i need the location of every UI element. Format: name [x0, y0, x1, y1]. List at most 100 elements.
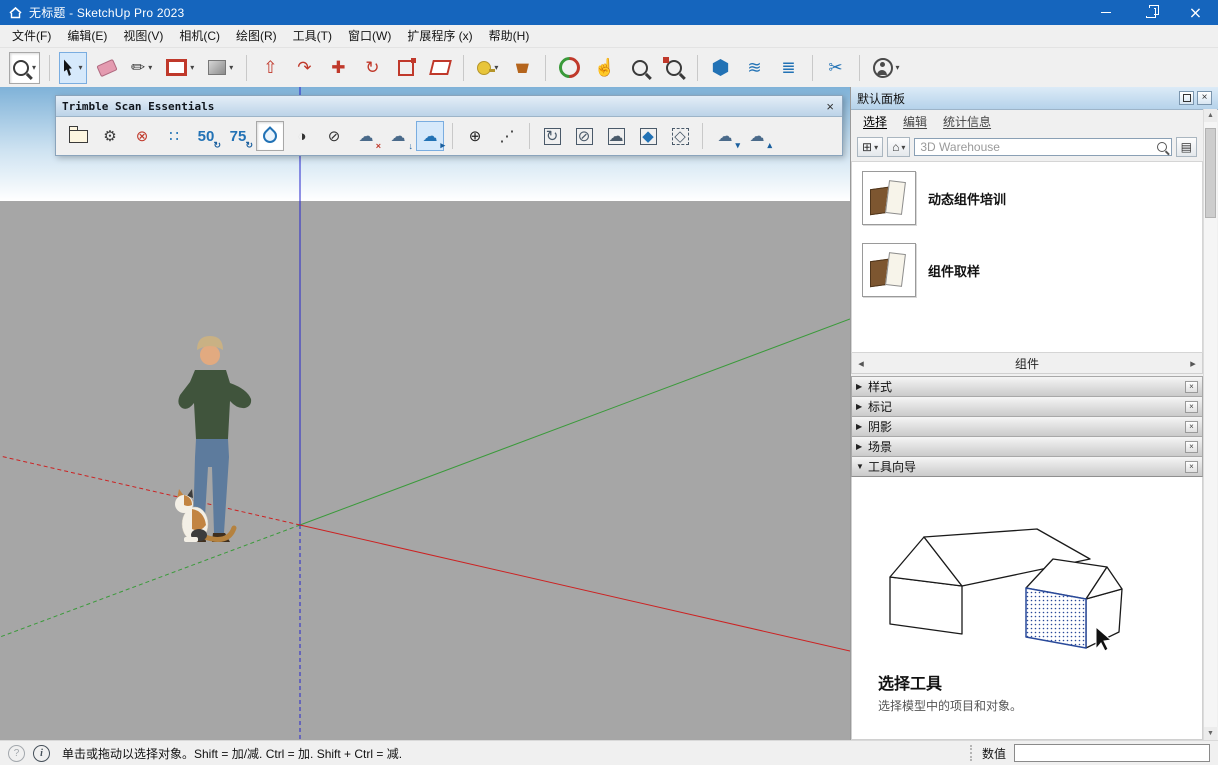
- minimize-button[interactable]: [1083, 0, 1128, 25]
- pick-point-cloud-button[interactable]: ☁ ▸: [416, 121, 445, 151]
- intensity-display-button[interactable]: ⊘: [320, 121, 348, 151]
- account-button[interactable]: ▾: [869, 52, 904, 84]
- density-75-button[interactable]: 75 ↻: [224, 121, 253, 151]
- menu-item-help[interactable]: 帮助(H): [481, 26, 538, 47]
- rotate-tool[interactable]: ↻: [358, 52, 386, 84]
- orbit-tool[interactable]: [554, 52, 585, 84]
- section-close-button[interactable]: ×: [1185, 440, 1198, 453]
- scan-toolbar-titlebar[interactable]: Trimble Scan Essentials ×: [56, 96, 842, 117]
- section-header-instructor[interactable]: ▼ 工具向导 ×: [851, 456, 1203, 477]
- scale-tool[interactable]: [392, 52, 420, 84]
- tab-stats[interactable]: 统计信息: [943, 113, 991, 130]
- menu-item-edit[interactable]: 编辑(E): [59, 26, 115, 47]
- zoom-extents-tool[interactable]: [660, 52, 688, 84]
- cloud-sync-upload-button[interactable]: ☁ ▴: [743, 121, 773, 151]
- component-item[interactable]: 组件取样: [852, 234, 1202, 306]
- point-cloud-display-button[interactable]: ∷: [160, 121, 188, 151]
- tab-select[interactable]: 选择: [863, 113, 887, 130]
- open-scan-button[interactable]: [64, 121, 92, 151]
- menu-item-tools[interactable]: 工具(T): [285, 26, 340, 47]
- component-thumbnail[interactable]: [862, 243, 916, 297]
- section-close-button[interactable]: ×: [1185, 400, 1198, 413]
- scan-essentials-button[interactable]: ✂: [822, 52, 850, 84]
- account-button-dropdown[interactable]: ▾: [896, 63, 900, 72]
- menu-item-file[interactable]: 文件(F): [4, 26, 59, 47]
- component-back-button[interactable]: ◂: [852, 357, 870, 370]
- warehouse-search-input[interactable]: [914, 138, 1172, 156]
- followme-tool[interactable]: ↷: [290, 52, 318, 84]
- section-expand-arrow[interactable]: ▶: [856, 382, 868, 391]
- scrollbar-up-arrow[interactable]: ▲: [1204, 109, 1217, 122]
- density-50-button[interactable]: 50 ↻: [192, 121, 221, 151]
- collections-dropdown[interactable]: ▾: [901, 143, 905, 152]
- component-thumbnail[interactable]: [862, 171, 916, 225]
- section-header-scenes[interactable]: ▶ 场景 ×: [851, 436, 1203, 457]
- cloud-region-button[interactable]: ☁: [602, 121, 630, 151]
- section-expand-arrow[interactable]: ▶: [856, 402, 868, 411]
- filter-region-button[interactable]: ⊘: [570, 121, 598, 151]
- view-options-button[interactable]: ⊞ ▾: [857, 137, 884, 157]
- scan-toolbar-close-button[interactable]: ×: [824, 100, 836, 113]
- line-tool[interactable]: ✏ ▾: [127, 52, 156, 84]
- hide-cloud-button[interactable]: ☁ ×: [352, 121, 382, 152]
- menu-item-extensions[interactable]: 扩展程序 (x): [399, 26, 480, 47]
- measurements-input[interactable]: [1014, 744, 1210, 762]
- move-tool[interactable]: ✚: [324, 52, 352, 84]
- paint-bucket-tool[interactable]: [508, 52, 536, 84]
- section-header-styles[interactable]: ▶ 样式 ×: [851, 376, 1203, 397]
- material-swatch-tool[interactable]: ▾: [204, 52, 237, 84]
- title-bar[interactable]: 无标题 - SketchUp Pro 2023 ×: [0, 0, 1218, 25]
- section-header-tags[interactable]: ▶ 标记 ×: [851, 396, 1203, 417]
- close-scan-button[interactable]: ⊗: [128, 121, 156, 151]
- download-cloud-button[interactable]: ☁ ↓: [384, 121, 414, 152]
- close-button[interactable]: ×: [1173, 0, 1218, 25]
- 3d-warehouse-button[interactable]: [707, 52, 735, 84]
- scrollbar-track[interactable]: [1204, 122, 1217, 727]
- scan-settings-button[interactable]: ⚙: [96, 121, 124, 151]
- view-options-dropdown[interactable]: ▾: [874, 143, 878, 152]
- line-tool-dropdown[interactable]: ▾: [148, 63, 152, 72]
- details-pane-button[interactable]: ▤: [1175, 137, 1197, 157]
- section-header-shadows[interactable]: ▶ 阴影 ×: [851, 416, 1203, 437]
- tab-edit[interactable]: 编辑: [903, 113, 927, 130]
- component-forward-button[interactable]: ▸: [1184, 357, 1202, 370]
- tape-measure-tool[interactable]: ▾: [473, 52, 502, 84]
- restore-button[interactable]: [1128, 0, 1173, 25]
- pushpull-tool[interactable]: ⇧: [256, 52, 284, 84]
- select-tool-dropdown[interactable]: ▾: [79, 63, 83, 72]
- viewport[interactable]: Trimble Scan Essentials × ⚙ ⊗ ∷ 50 ↻ 75 ↻ ◑ ⊘ ☁ × ☁…: [0, 87, 850, 740]
- zoom-tools-combo-dropdown[interactable]: ▾: [32, 63, 36, 72]
- section-expand-arrow[interactable]: ▶: [856, 442, 868, 451]
- section-close-button[interactable]: ×: [1185, 380, 1198, 393]
- scrollbar-thumb[interactable]: [1205, 128, 1216, 218]
- pan-tool[interactable]: ☝: [590, 52, 619, 84]
- shapes-tool[interactable]: ▾: [162, 52, 198, 84]
- search-icon[interactable]: [1156, 142, 1167, 152]
- tray-undock-button[interactable]: [1179, 91, 1194, 105]
- material-swatch-tool-dropdown[interactable]: ▾: [229, 63, 233, 72]
- polyline-tool-button[interactable]: ⋰: [493, 121, 521, 151]
- cube-region-button[interactable]: ◆: [634, 121, 662, 151]
- section-plane-tool[interactable]: [426, 52, 454, 84]
- tray-scrollbar[interactable]: ▲ ▼: [1203, 109, 1217, 740]
- clip-region-button[interactable]: ◇: [666, 121, 694, 151]
- credits-info-icon[interactable]: i: [33, 744, 50, 762]
- drop-display-button[interactable]: [256, 121, 284, 151]
- layers-stack-button[interactable]: ≣: [775, 52, 803, 84]
- extension-warehouse-button[interactable]: ≋: [741, 52, 769, 84]
- geolocation-help-icon[interactable]: ?: [8, 744, 25, 762]
- zoom-tool[interactable]: [626, 52, 654, 84]
- menu-item-camera[interactable]: 相机(C): [171, 26, 228, 47]
- add-point-button[interactable]: ⊕: [461, 121, 489, 151]
- menu-item-draw[interactable]: 绘图(R): [228, 26, 285, 47]
- select-tool[interactable]: ▾: [59, 51, 88, 84]
- tray-close-button[interactable]: ×: [1197, 91, 1212, 105]
- zoom-tools-combo[interactable]: ▾: [9, 51, 41, 84]
- section-expand-arrow[interactable]: ▼: [856, 462, 868, 471]
- menu-item-window[interactable]: 窗口(W): [340, 26, 399, 47]
- cloud-sync-download-button[interactable]: ☁ ▾: [711, 121, 741, 151]
- scrollbar-down-arrow[interactable]: ▼: [1204, 727, 1217, 740]
- section-expand-arrow[interactable]: ▶: [856, 422, 868, 431]
- shapes-tool-dropdown[interactable]: ▾: [190, 63, 194, 72]
- eraser-tool[interactable]: [93, 52, 121, 84]
